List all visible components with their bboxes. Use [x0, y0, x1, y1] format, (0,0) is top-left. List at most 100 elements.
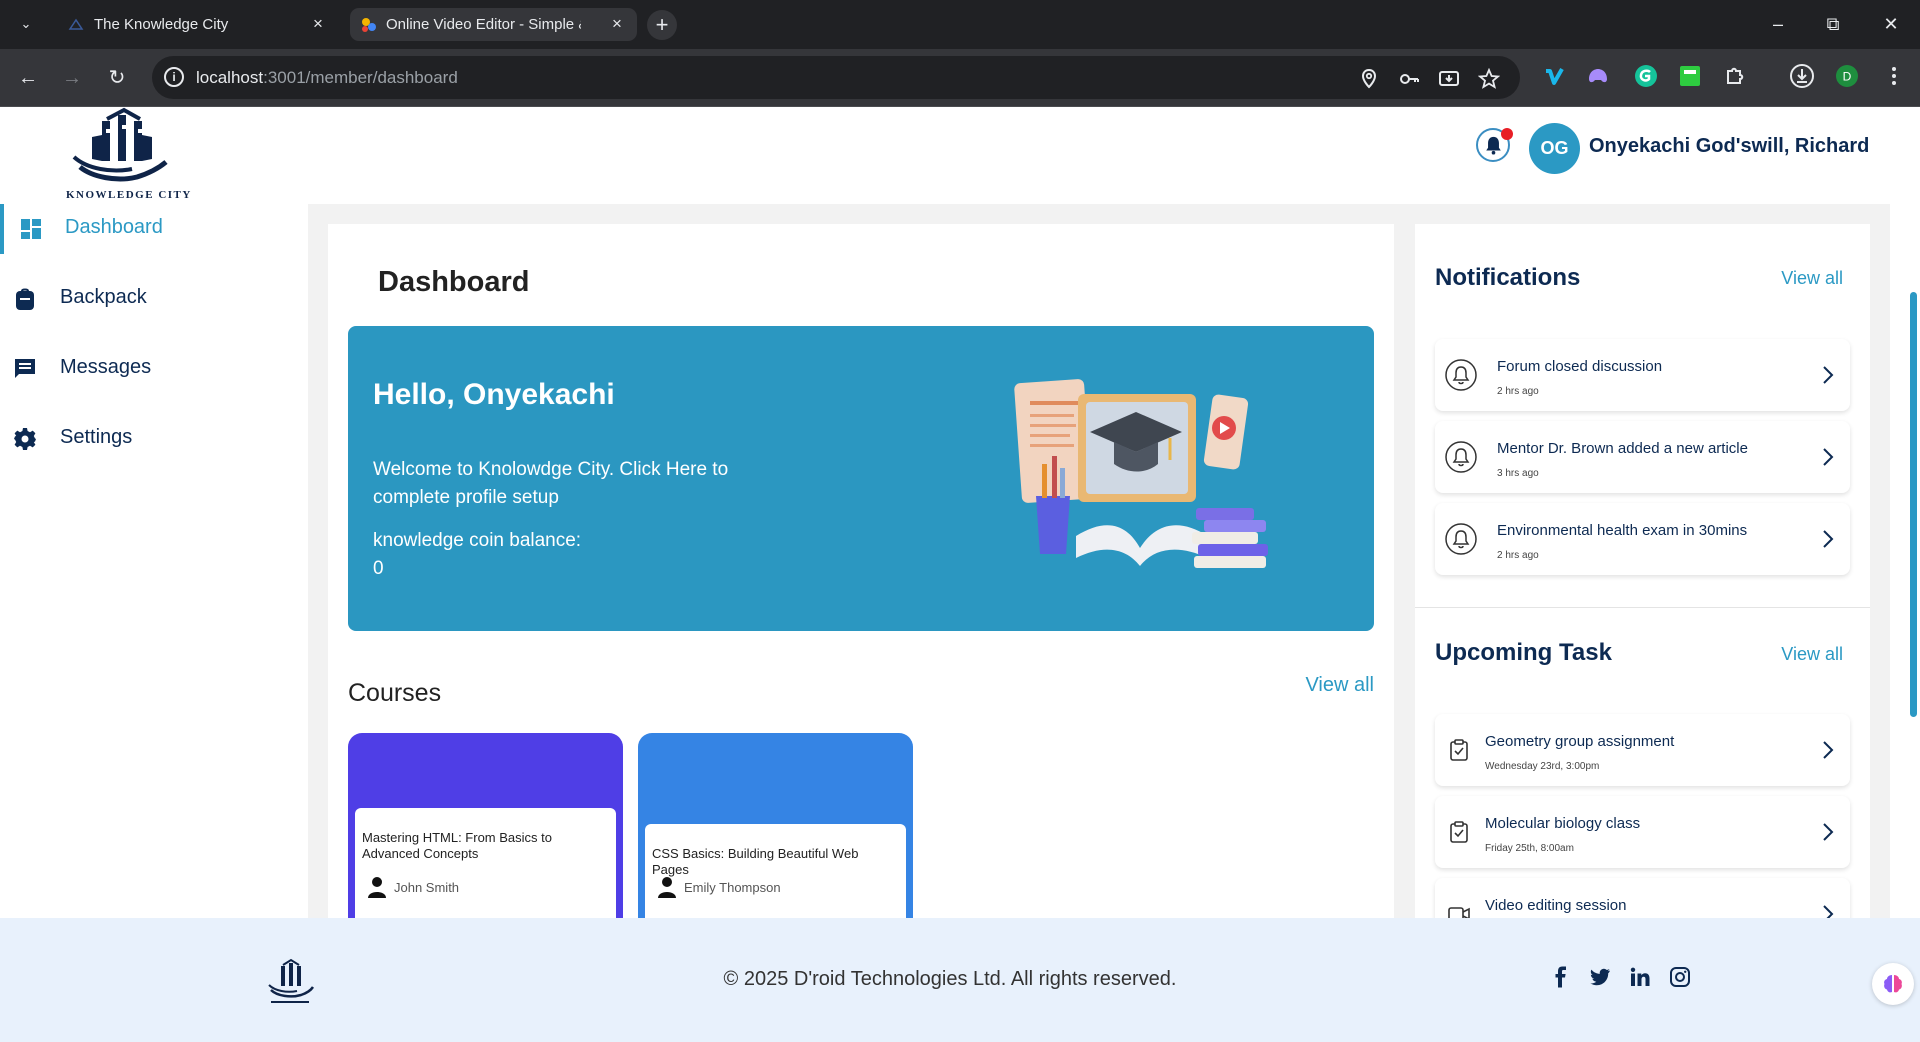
footer: © 2025 D'roid Technologies Ltd. All righ… — [0, 918, 1920, 1042]
task-item[interactable]: Geometry group assignment Wednesday 23rd… — [1435, 714, 1850, 786]
url-text[interactable]: localhost:3001/member/dashboard — [196, 68, 458, 88]
task-time: Wednesday 23rd, 3:00pm — [1485, 761, 1600, 772]
notification-text: Forum closed discussion — [1497, 358, 1663, 375]
welcome-banner[interactable]: Hello, Onyekachi Welcome to Knolowdge Ci… — [348, 326, 1374, 631]
notification-item[interactable]: Environmental health exam in 30mins 2 hr… — [1435, 503, 1850, 575]
gear-icon — [14, 428, 36, 450]
notification-text: Mentor Dr. Brown added a new article — [1497, 440, 1748, 457]
address-bar[interactable]: i localhost:3001/member/dashboard — [152, 56, 1520, 99]
twitter-icon[interactable] — [1589, 966, 1611, 988]
sidebar-item-label: Dashboard — [65, 216, 163, 238]
course-card-body: Mastering HTML: From Basics to Advanced … — [355, 808, 616, 933]
course-card[interactable]: CSS Basics: Building Beautiful Web Pages… — [638, 733, 913, 933]
url-path: :3001/member/dashboard — [263, 68, 458, 87]
new-tab-button[interactable]: + — [647, 10, 677, 40]
key-icon[interactable] — [1398, 68, 1420, 90]
back-arrow-icon[interactable]: ← — [14, 64, 42, 92]
location-pin-icon[interactable] — [1358, 68, 1380, 90]
course-title: Mastering HTML: From Basics to Advanced … — [362, 830, 552, 861]
task-text: Geometry group assignment — [1485, 733, 1675, 750]
sidebar-item-label: Backpack — [60, 286, 147, 308]
coin-balance-label: knowledge coin balance: — [373, 530, 582, 551]
install-app-icon[interactable] — [1438, 68, 1460, 90]
browser-tab-video-editor[interactable]: Online Video Editor - Simple & Powerful … — [350, 8, 637, 41]
url-host: localhost — [196, 68, 264, 87]
grammarly-extension-icon[interactable] — [1633, 63, 1659, 89]
profile-setup-link[interactable]: Welcome to Knolowdge City. Click Here to… — [373, 456, 773, 512]
main-dashboard-card: Dashboard Hello, Onyekachi Welcome to Kn… — [328, 224, 1394, 1024]
copyright-text: © 2025 D'roid Technologies Ltd. All righ… — [723, 968, 1177, 990]
notification-time: 3 hrs ago — [1497, 468, 1539, 479]
forward-arrow-icon[interactable]: → — [58, 64, 86, 92]
courses-view-all-link[interactable]: View all — [1305, 674, 1374, 697]
browser-tab-strip: ⌄ The Knowledge City × Online Video Edit… — [0, 0, 1920, 49]
assistant-floating-button[interactable] — [1872, 963, 1914, 1005]
task-item[interactable]: Molecular biology class Friday 25th, 8:0… — [1435, 796, 1850, 868]
close-tab-icon[interactable]: × — [607, 14, 627, 34]
web-page: KNOWLEDGE CITY OG Onyekachi God'swill, R… — [0, 107, 1920, 1042]
tab-search-chevron-icon[interactable]: ⌄ — [14, 12, 38, 36]
facebook-icon[interactable] — [1550, 966, 1572, 988]
vimeo-extension-icon[interactable] — [1542, 63, 1568, 89]
notification-item[interactable]: Forum closed discussion 2 hrs ago — [1435, 339, 1850, 411]
logo-text: KNOWLEDGE CITY — [66, 189, 192, 201]
tab-title: The Knowledge City — [94, 16, 229, 33]
site-info-icon[interactable]: i — [164, 67, 184, 87]
page-title: Dashboard — [378, 266, 530, 298]
close-window-icon[interactable]: ✕ — [1876, 10, 1906, 38]
person-icon — [658, 877, 676, 898]
clipboard-check-icon — [1450, 821, 1468, 843]
svg-text:D: D — [1843, 70, 1852, 84]
course-card[interactable]: Mastering HTML: From Basics to Advanced … — [348, 733, 623, 933]
bell-outline-icon — [1445, 523, 1477, 555]
courses-title: Courses — [348, 679, 442, 707]
tasks-view-all-link[interactable]: View all — [1781, 644, 1843, 665]
avatar[interactable]: OG — [1529, 123, 1580, 174]
minimize-window-icon[interactable]: – — [1763, 10, 1793, 38]
close-tab-icon[interactable]: × — [308, 14, 328, 34]
sidebar-item-backpack[interactable]: Backpack — [0, 274, 300, 324]
graduation-illustration — [1014, 379, 1268, 568]
chevron-right-icon[interactable] — [1818, 527, 1838, 551]
notification-time: 2 hrs ago — [1497, 550, 1539, 561]
course-card-body: CSS Basics: Building Beautiful Web Pages… — [645, 824, 906, 933]
hero-greeting: Hello, Onyekachi — [373, 378, 615, 411]
browser-tab-knowledge-city[interactable]: The Knowledge City × — [58, 8, 338, 41]
game-controller-extension-icon[interactable] — [1585, 63, 1611, 89]
user-name[interactable]: Onyekachi God'swill, Richard — [1589, 135, 1869, 158]
bell-outline-icon — [1445, 359, 1477, 391]
green-extension-icon[interactable] — [1677, 63, 1703, 89]
chevron-right-icon[interactable] — [1818, 445, 1838, 469]
notification-item[interactable]: Mentor Dr. Brown added a new article 3 h… — [1435, 421, 1850, 493]
notifications-view-all-link[interactable]: View all — [1781, 268, 1843, 289]
upcoming-task-title: Upcoming Task — [1435, 639, 1612, 666]
side-panel: Notifications View all Forum closed disc… — [1415, 224, 1870, 1024]
downloads-icon[interactable] — [1789, 63, 1815, 89]
sidebar-item-messages[interactable]: Messages — [0, 344, 300, 394]
task-text: Molecular biology class — [1485, 815, 1641, 832]
extensions-puzzle-icon[interactable] — [1722, 63, 1748, 89]
instagram-icon[interactable] — [1669, 966, 1691, 988]
chevron-right-icon[interactable] — [1818, 738, 1838, 762]
page-scrollbar[interactable] — [1910, 292, 1917, 717]
restore-window-icon[interactable]: ⧉ — [1818, 10, 1848, 38]
course-author: Emily Thompson — [684, 880, 781, 895]
linkedin-icon[interactable] — [1629, 966, 1651, 988]
reload-icon[interactable]: ↻ — [103, 64, 131, 92]
sidebar-item-label: Messages — [60, 356, 152, 378]
notification-badge — [1501, 128, 1513, 140]
notification-time: 2 hrs ago — [1497, 386, 1539, 397]
notifications-title: Notifications — [1435, 264, 1581, 291]
sidebar-item-settings[interactable]: Settings — [0, 414, 300, 464]
browser-menu-icon[interactable] — [1881, 63, 1907, 89]
knowledge-city-favicon-icon — [68, 18, 84, 30]
browser-toolbar: ← → ↻ i localhost:3001/member/dashboard — [0, 49, 1920, 107]
chevron-right-icon[interactable] — [1818, 820, 1838, 844]
sidebar-item-dashboard[interactable]: Dashboard — [0, 204, 300, 254]
profile-avatar-icon[interactable]: D — [1834, 63, 1860, 89]
chevron-right-icon[interactable] — [1818, 363, 1838, 387]
backpack-icon — [16, 288, 34, 310]
course-author: John Smith — [394, 880, 460, 895]
dashboard-icon — [21, 219, 41, 239]
bookmark-star-icon[interactable] — [1478, 68, 1500, 90]
